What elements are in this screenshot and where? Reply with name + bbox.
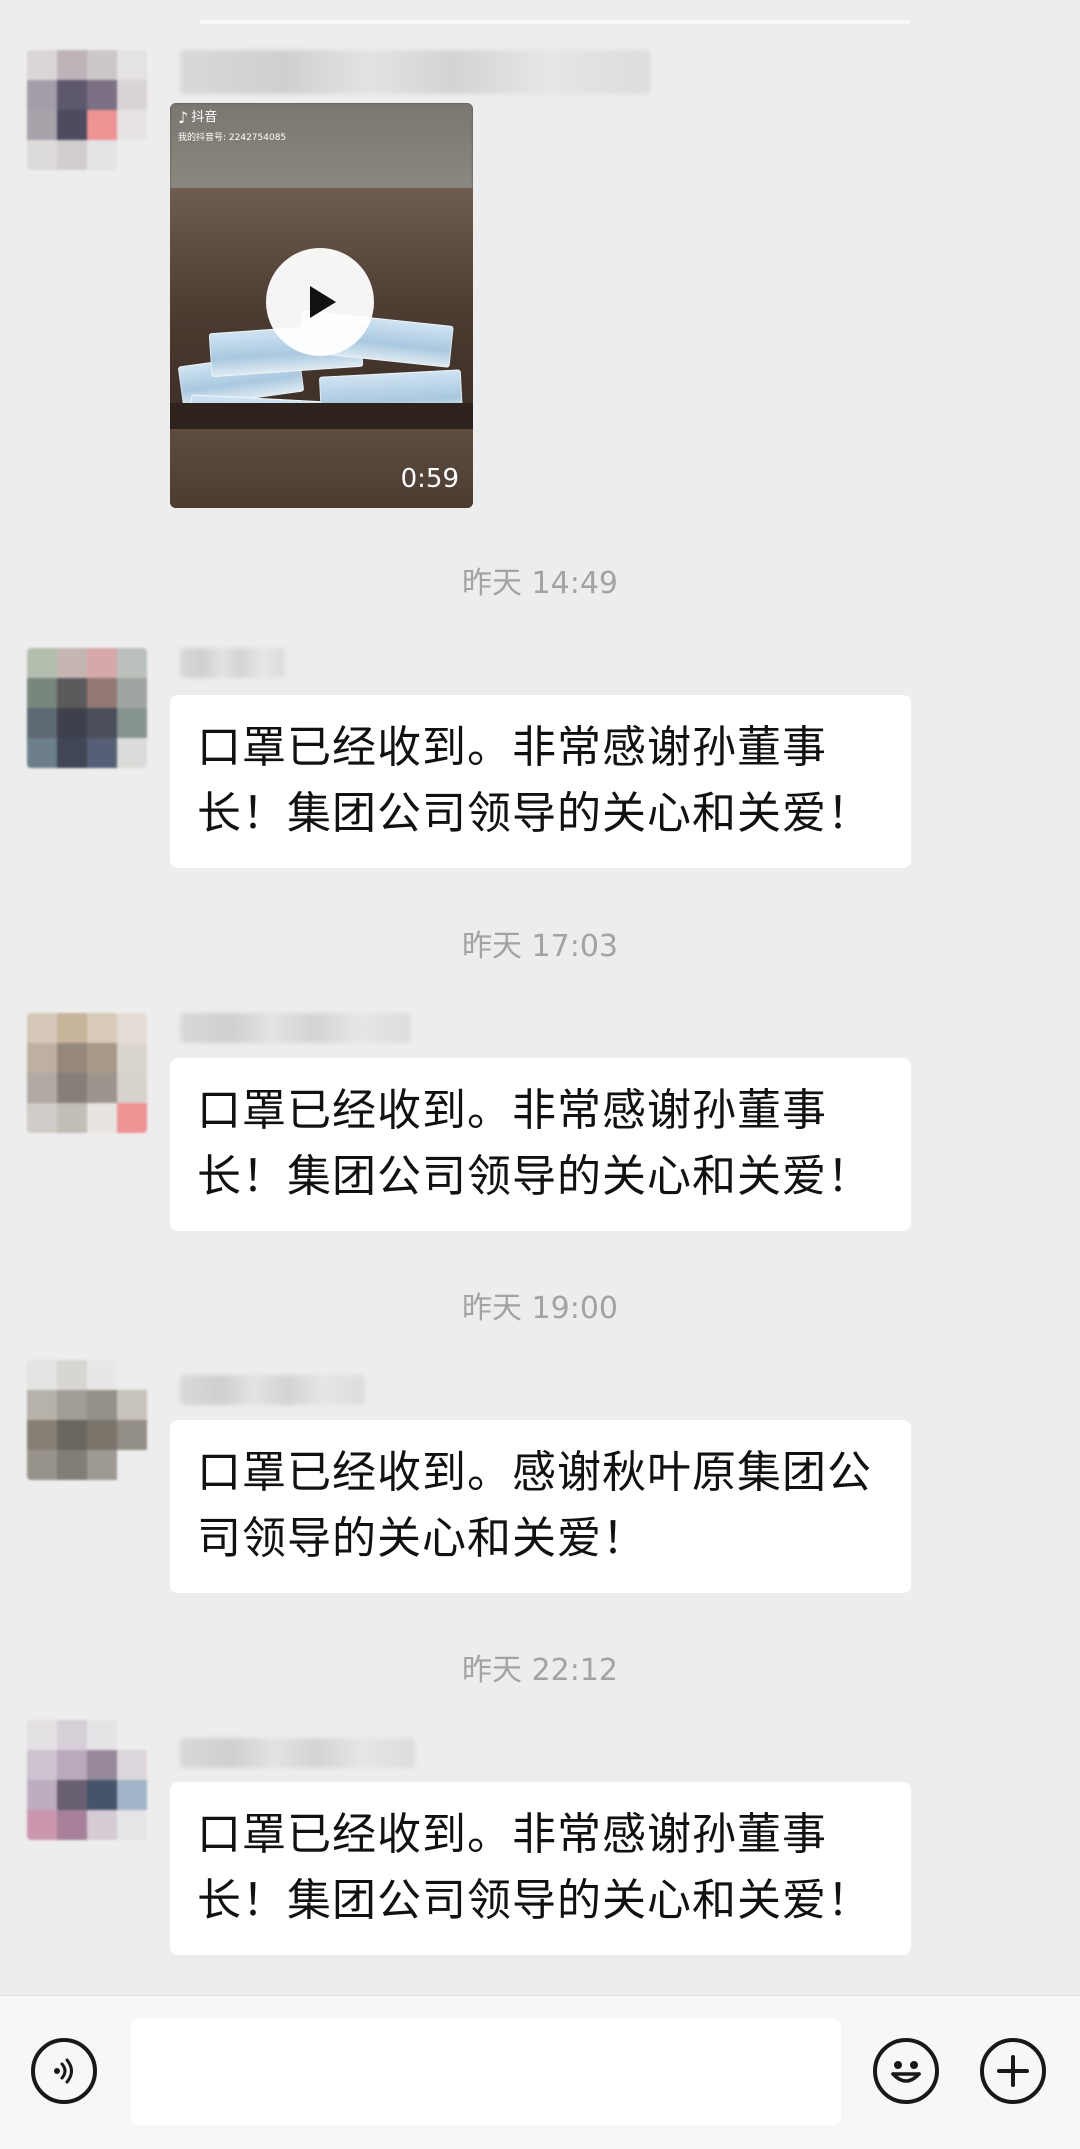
sender-name	[180, 1013, 410, 1043]
play-icon	[310, 286, 336, 318]
avatar[interactable]	[27, 50, 147, 170]
video-duration: 0:59	[400, 464, 459, 494]
timestamp: 昨天 17:03	[462, 929, 618, 964]
timestamp: 昨天 14:49	[462, 566, 618, 601]
tiktok-logo: ♪ 抖音	[178, 108, 218, 127]
avatar[interactable]	[27, 1720, 147, 1840]
divider	[200, 20, 910, 24]
message-bubble[interactable]: 口罩已经收到。非常感谢孙董事长！集团公司领导的关心和关爱！	[170, 1058, 911, 1231]
tiktok-account-id: 我的抖音号: 2242754085	[178, 133, 287, 143]
message-bubble[interactable]: 口罩已经收到。感谢秋叶原集团公司领导的关心和关爱！	[170, 1420, 911, 1593]
play-button[interactable]	[266, 248, 374, 356]
more-button[interactable]	[980, 2038, 1046, 2104]
avatar[interactable]	[27, 1013, 147, 1133]
input-bar	[0, 1995, 1080, 2149]
tiktok-icon: ♪	[178, 108, 189, 127]
sender-name	[180, 1738, 415, 1768]
sender-name	[180, 1375, 365, 1405]
table-edge	[170, 403, 473, 429]
avatar[interactable]	[27, 648, 147, 768]
chat-area: ♪ 抖音 我的抖音号: 2242754085 0:59 昨天 14:49 口罩已…	[0, 0, 1080, 1995]
plus-icon	[997, 2055, 1029, 2087]
tiktok-label: 抖音	[191, 110, 218, 125]
avatar[interactable]	[27, 1360, 147, 1480]
message-input[interactable]	[131, 2018, 841, 2125]
timestamp: 昨天 19:00	[462, 1291, 618, 1326]
voice-button[interactable]	[31, 2038, 97, 2104]
voice-icon	[54, 2058, 73, 2084]
message-bubble[interactable]: 口罩已经收到。非常感谢孙董事长！集团公司领导的关心和关爱！	[170, 1782, 911, 1955]
emoji-icon	[891, 2061, 921, 2083]
video-message[interactable]: ♪ 抖音 我的抖音号: 2242754085 0:59	[170, 103, 473, 508]
sender-name	[180, 50, 650, 94]
message-bubble[interactable]: 口罩已经收到。非常感谢孙董事长！集团公司领导的关心和关爱！	[170, 695, 911, 868]
emoji-button[interactable]	[873, 2038, 939, 2104]
timestamp: 昨天 22:12	[462, 1653, 618, 1688]
sender-name	[180, 648, 285, 678]
